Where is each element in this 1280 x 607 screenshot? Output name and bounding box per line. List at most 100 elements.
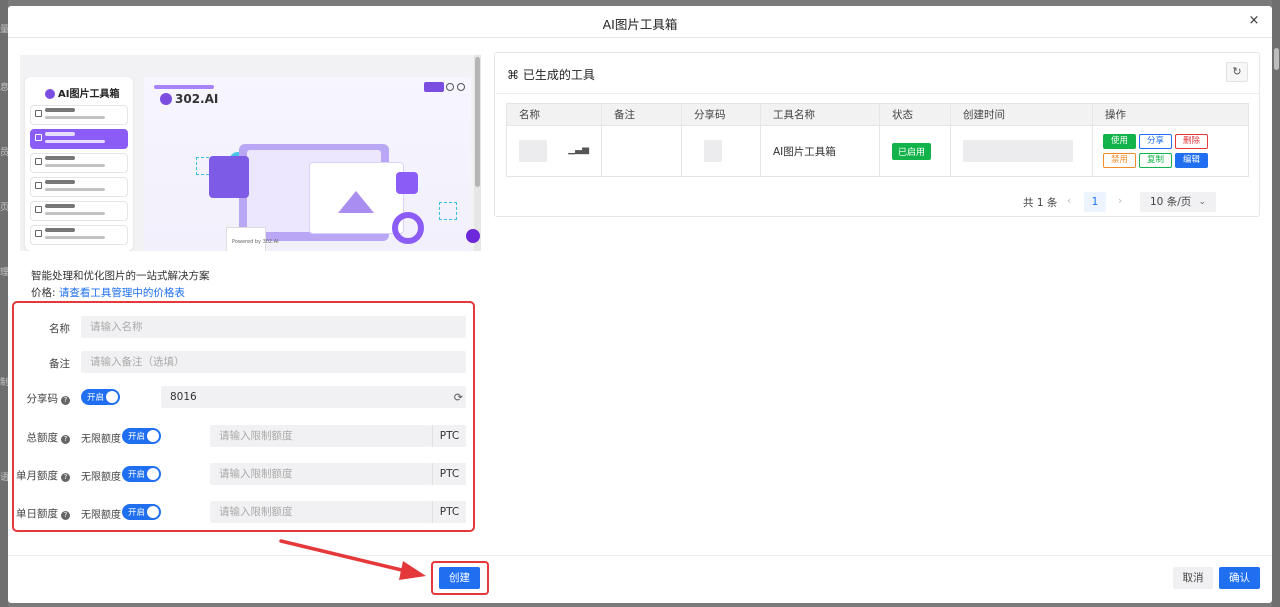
toggle-knob bbox=[106, 391, 118, 403]
name-input[interactable]: 请输入名称 bbox=[81, 316, 466, 338]
close-icon[interactable]: × bbox=[1246, 13, 1262, 29]
share-code-toggle[interactable]: 开启 bbox=[81, 389, 120, 405]
toggle-label: 开启 bbox=[128, 470, 146, 480]
total-quota-input[interactable]: 请输入限制额度 bbox=[210, 425, 432, 447]
backdrop-glyph: 员 bbox=[0, 148, 8, 158]
disable-button[interactable]: 禁用 bbox=[1103, 153, 1136, 168]
backdrop-glyph: 理 bbox=[0, 268, 8, 278]
refresh-button[interactable]: ↻ bbox=[1226, 62, 1248, 82]
preview-sidebar-item bbox=[30, 153, 128, 173]
backdrop-glyph: 页 bbox=[0, 203, 8, 213]
share-code-label: 分享码? bbox=[8, 391, 70, 406]
preview-top-button bbox=[424, 82, 444, 92]
unlimited-toggle[interactable]: 开启 bbox=[122, 466, 161, 482]
help-icon[interactable]: ? bbox=[61, 511, 70, 520]
tool-create-dialog: AI图片工具箱 × AI图片工具箱 302.AI Powered by 302.… bbox=[8, 6, 1272, 603]
help-icon[interactable]: ? bbox=[61, 435, 70, 444]
table-header-row: 名称 备注 分享码 工具名称 状态 创建时间 操作 bbox=[506, 103, 1249, 126]
unit-label: PTC bbox=[432, 425, 466, 447]
column-header: 创建时间 bbox=[950, 103, 1093, 126]
actions-cell: 使用 分享 删除 禁用 复制 编辑 bbox=[1092, 125, 1249, 177]
share-code-cell bbox=[681, 125, 761, 177]
total-quota-label-text: 总额度 bbox=[26, 432, 59, 444]
column-header: 工具名称 bbox=[760, 103, 880, 126]
preview-deco bbox=[439, 202, 457, 220]
preview-image-card bbox=[309, 162, 404, 234]
preview-logo-icon bbox=[45, 89, 55, 99]
help-icon[interactable]: ? bbox=[61, 396, 70, 405]
regenerate-icon[interactable]: ⟳ bbox=[454, 391, 463, 404]
help-icon[interactable]: ? bbox=[61, 473, 70, 482]
note-input[interactable]: 请输入备注（选填） bbox=[81, 351, 466, 373]
unlimited-toggle[interactable]: 开启 bbox=[122, 428, 161, 444]
cancel-button[interactable]: 取消 bbox=[1173, 567, 1213, 589]
share-code-label-text: 分享码 bbox=[26, 393, 59, 405]
preview-brand-text: 302.AI bbox=[175, 92, 219, 106]
edit-button[interactable]: 编辑 bbox=[1175, 153, 1208, 168]
toggle-knob bbox=[147, 430, 159, 442]
backdrop-right bbox=[1272, 0, 1280, 607]
unlimited-toggle[interactable]: 开启 bbox=[122, 504, 161, 520]
note-cell bbox=[601, 125, 682, 177]
total-quota-row: 总额度? 无限额度 开启 请输入限制额度 PTC bbox=[8, 425, 473, 447]
preview-chat-icon bbox=[466, 229, 480, 243]
unlimited-label: 无限额度 bbox=[81, 510, 121, 521]
preview-powered: Powered by 302.AI bbox=[232, 239, 279, 245]
page-1-button[interactable]: 1 bbox=[1084, 192, 1106, 212]
monthly-quota-row: 单月额度? 无限额度 开启 请输入限制额度 PTC bbox=[8, 463, 473, 485]
preview-history-icon bbox=[446, 83, 454, 91]
preview-sidebar-item bbox=[30, 129, 128, 149]
page-size-value: 10 条/页 bbox=[1150, 196, 1192, 208]
name-cell: ▁▃▅ bbox=[506, 125, 602, 177]
monthly-quota-input[interactable]: 请输入限制额度 bbox=[210, 463, 432, 485]
preview-breadcrumb bbox=[154, 85, 214, 89]
daily-quota-label: 单日额度? bbox=[8, 506, 70, 521]
divider bbox=[495, 93, 1259, 94]
toggle-knob bbox=[147, 468, 159, 480]
prev-page-button[interactable]: ‹ bbox=[1067, 195, 1071, 215]
tool-name-cell: AI图片工具箱 bbox=[760, 125, 880, 177]
toggle-label: 开启 bbox=[128, 432, 146, 442]
generated-tools-panel: ⌘ 已生成的工具 ↻ 名称 备注 分享码 工具名称 状态 创建时间 操作 ▁▃▅ bbox=[494, 52, 1260, 217]
backdrop-scrollbar[interactable] bbox=[1274, 48, 1279, 70]
share-button[interactable]: 分享 bbox=[1139, 134, 1172, 149]
use-button[interactable]: 使用 bbox=[1103, 134, 1136, 149]
copy-button[interactable]: 复制 bbox=[1139, 153, 1172, 168]
monthly-quota-label-text: 单月额度 bbox=[16, 470, 58, 482]
price-table-link[interactable]: 请查看工具管理中的价格表 bbox=[59, 287, 185, 299]
share-code-input[interactable]: 8016 bbox=[161, 386, 466, 408]
confirm-button[interactable]: 确认 bbox=[1219, 567, 1260, 589]
column-header: 分享码 bbox=[681, 103, 761, 126]
unit-label: PTC bbox=[432, 463, 466, 485]
page-size-select[interactable]: 10 条/页 ⌄ bbox=[1140, 192, 1216, 212]
backdrop-glyph: 制 bbox=[0, 378, 8, 388]
preview-brand: 302.AI bbox=[160, 92, 218, 106]
monthly-quota-label: 单月额度? bbox=[8, 468, 70, 483]
note-row: 备注 请输入备注（选填） bbox=[8, 351, 473, 373]
backdrop-glyph: 息 bbox=[0, 83, 8, 93]
name-row: 名称 请输入名称 bbox=[8, 316, 473, 338]
preview-logo: AI图片工具箱 bbox=[45, 85, 119, 100]
column-header: 备注 bbox=[601, 103, 682, 126]
daily-quota-input[interactable]: 请输入限制额度 bbox=[210, 501, 432, 523]
dialog-header: AI图片工具箱 × bbox=[8, 6, 1272, 38]
name-label: 名称 bbox=[49, 323, 70, 335]
pagination-total: 共 1 条 bbox=[1023, 197, 1058, 209]
preview-chart-icon bbox=[392, 212, 424, 244]
stats-icon[interactable]: ▁▃▅ bbox=[568, 145, 589, 155]
redacted-value bbox=[963, 140, 1073, 162]
preview-sort-icon bbox=[396, 172, 418, 194]
unit-label: PTC bbox=[432, 501, 466, 523]
tool-preview-image: AI图片工具箱 302.AI Powered by 302.AI bbox=[20, 55, 481, 251]
column-header: 状态 bbox=[879, 103, 951, 126]
price-label: 价格: bbox=[31, 287, 56, 299]
preview-scrollbar[interactable] bbox=[474, 55, 481, 251]
tool-description: 智能处理和优化图片的一站式解决方案 bbox=[31, 270, 210, 282]
daily-quota-label-text: 单日额度 bbox=[16, 508, 58, 520]
create-button[interactable]: 创建 bbox=[439, 567, 480, 589]
table-row: ▁▃▅ AI图片工具箱 已启用 使用 分享 删除 禁用 复制 编辑 bbox=[506, 125, 1249, 177]
created-time-cell bbox=[950, 125, 1093, 177]
delete-button[interactable]: 删除 bbox=[1175, 134, 1208, 149]
next-page-button[interactable]: › bbox=[1118, 195, 1122, 215]
preview-scrollbar-thumb[interactable] bbox=[475, 57, 480, 187]
